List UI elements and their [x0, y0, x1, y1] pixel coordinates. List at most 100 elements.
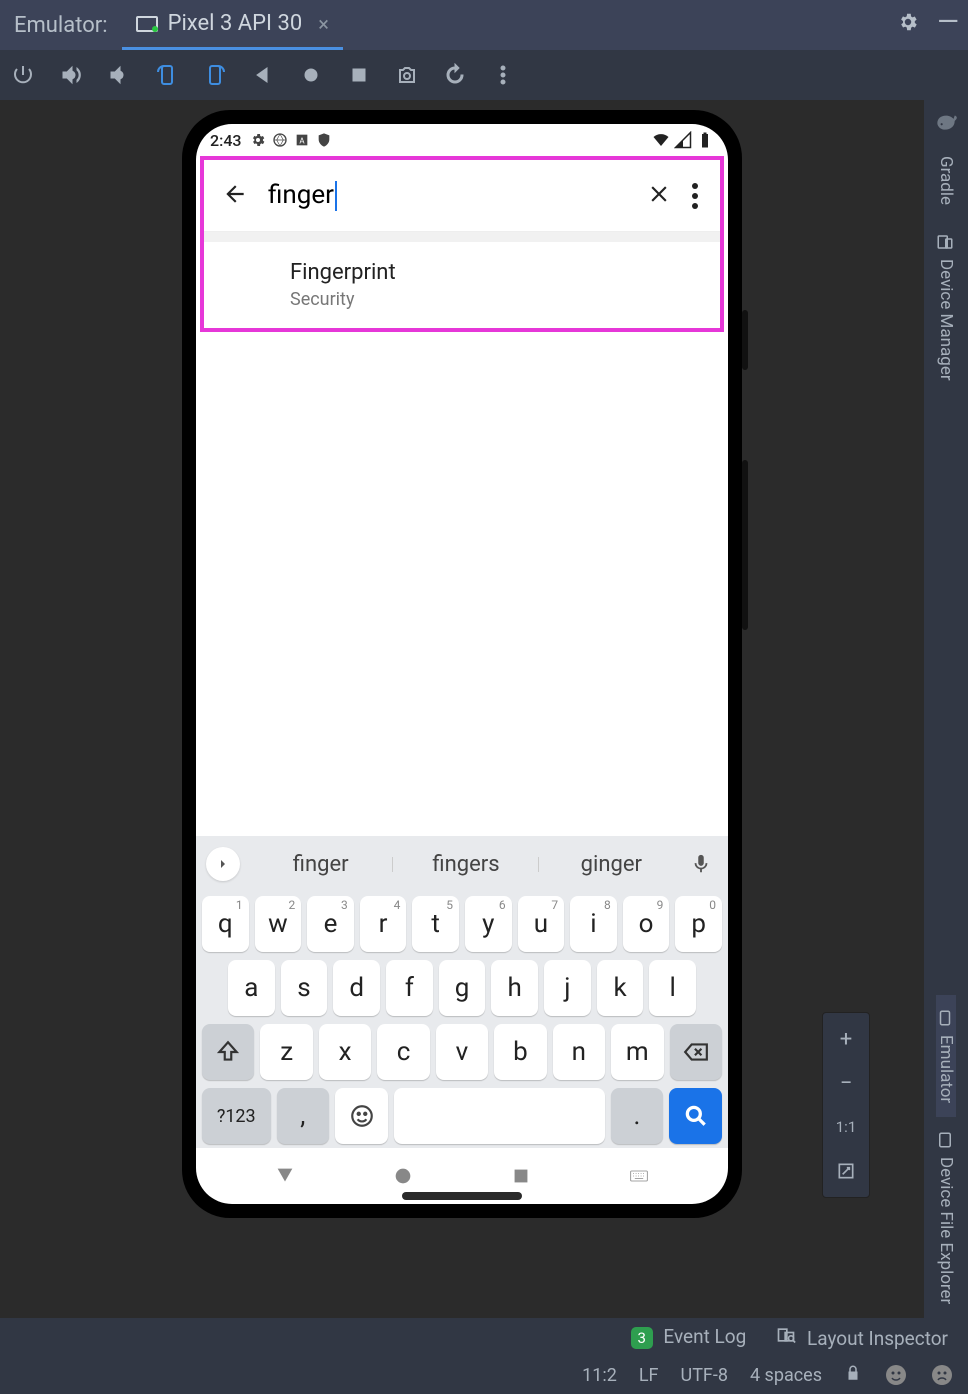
ide-status-happy-face-icon[interactable] — [884, 1363, 908, 1387]
ide-status-bar-upper: 3 Event Log Layout Inspector — [0, 1318, 968, 1356]
nav-home-circle-icon[interactable] — [298, 62, 324, 88]
gradle-rail-elephant-icon[interactable] — [933, 100, 959, 142]
key-h[interactable]: h — [491, 960, 538, 1016]
close-tab-icon[interactable]: × — [318, 12, 329, 36]
device-tab[interactable]: Pixel 3 API 30 × — [122, 0, 343, 50]
key-k[interactable]: k — [597, 960, 644, 1016]
rotate-left-icon[interactable] — [154, 62, 180, 88]
volume-down-icon[interactable] — [106, 62, 132, 88]
right-tool-rail: Gradle Device Manager Emulator Device Fi… — [924, 100, 968, 1318]
space-key[interactable] — [394, 1088, 605, 1144]
line-ending[interactable]: LF — [639, 1365, 659, 1386]
key-r[interactable]: r4 — [360, 896, 407, 952]
key-v[interactable]: v — [436, 1024, 488, 1080]
readonly-lock-icon[interactable] — [844, 1364, 862, 1387]
volume-up-icon[interactable] — [58, 62, 84, 88]
key-z[interactable]: z — [260, 1024, 312, 1080]
key-o[interactable]: o9 — [623, 896, 670, 952]
key-y[interactable]: y6 — [465, 896, 512, 952]
back-arrow-icon[interactable] — [222, 181, 248, 211]
shift-key[interactable] — [202, 1024, 254, 1080]
screenshot-camera-icon[interactable] — [394, 62, 420, 88]
key-e[interactable]: e3 — [307, 896, 354, 952]
layout-inspector-icon — [776, 1325, 796, 1345]
key-a[interactable]: a — [228, 960, 275, 1016]
event-log-button[interactable]: 3 Event Log — [631, 1325, 747, 1349]
aperture-status-icon — [272, 132, 288, 148]
rotate-right-icon[interactable] — [202, 62, 228, 88]
battery-icon — [696, 131, 714, 149]
key-b[interactable]: b — [494, 1024, 546, 1080]
key-n[interactable]: n — [553, 1024, 605, 1080]
expand-suggestions-icon[interactable] — [206, 847, 240, 881]
settings-search-bar: finger — [204, 160, 720, 232]
key-d[interactable]: d — [333, 960, 380, 1016]
key-c[interactable]: c — [377, 1024, 429, 1080]
key-i[interactable]: i8 — [570, 896, 617, 952]
ide-status-sad-face-icon[interactable] — [930, 1363, 954, 1387]
emoji-key[interactable] — [335, 1088, 388, 1144]
suggestion-3[interactable]: ginger — [539, 852, 684, 877]
more-vertical-icon[interactable] — [490, 62, 516, 88]
snapshot-history-icon[interactable] — [442, 62, 468, 88]
period-key[interactable]: . — [611, 1088, 664, 1144]
svg-text:A: A — [299, 136, 305, 145]
search-result-item[interactable]: Fingerprint Security — [204, 242, 720, 328]
device-icon — [136, 16, 158, 32]
indent-setting[interactable]: 4 spaces — [750, 1365, 822, 1386]
power-icon[interactable] — [10, 62, 36, 88]
key-u[interactable]: u7 — [518, 896, 565, 952]
status-left-icons: A — [250, 132, 332, 148]
suggestion-1[interactable]: finger — [248, 852, 393, 877]
status-time: 2:43 — [210, 131, 242, 150]
key-q[interactable]: q1 — [202, 896, 249, 952]
clear-search-icon[interactable] — [646, 181, 672, 211]
device-manager-rail-item[interactable]: Device Manager — [936, 219, 956, 395]
search-input[interactable]: finger — [268, 180, 626, 211]
device-file-explorer-rail-item[interactable]: Device File Explorer — [936, 1117, 956, 1318]
nav-recents-icon[interactable] — [509, 1164, 533, 1188]
search-enter-key[interactable] — [669, 1088, 722, 1144]
nav-back-triangle-icon[interactable] — [250, 62, 276, 88]
key-m[interactable]: m — [611, 1024, 663, 1080]
key-s[interactable]: s — [281, 960, 328, 1016]
zoom-out-button[interactable]: − — [823, 1061, 869, 1105]
gradle-rail-item[interactable]: Gradle — [936, 142, 956, 219]
key-p[interactable]: p0 — [675, 896, 722, 952]
key-t[interactable]: t5 — [412, 896, 459, 952]
zoom-in-button[interactable]: + — [823, 1017, 869, 1061]
key-x[interactable]: x — [319, 1024, 371, 1080]
emulator-rail-item[interactable]: Emulator — [936, 995, 956, 1117]
search-divider — [204, 232, 720, 242]
key-j[interactable]: j — [544, 960, 591, 1016]
nav-back-icon[interactable] — [273, 1164, 297, 1188]
key-l[interactable]: l — [649, 960, 696, 1016]
key-g[interactable]: g — [439, 960, 486, 1016]
search-more-icon[interactable] — [692, 183, 702, 209]
key-f[interactable]: f — [386, 960, 433, 1016]
zoom-fit-button[interactable] — [823, 1149, 869, 1193]
result-title: Fingerprint — [290, 260, 700, 285]
voice-input-icon[interactable] — [684, 853, 718, 875]
nav-overview-square-icon[interactable] — [346, 62, 372, 88]
cell-signal-icon — [674, 131, 692, 149]
shield-status-icon — [316, 132, 332, 148]
keyboard-row-1: q1w2e3r4t5y6u7i8o9p0 — [196, 892, 728, 956]
nav-home-icon[interactable] — [391, 1164, 415, 1188]
comma-key[interactable]: , — [277, 1088, 330, 1144]
caret-position[interactable]: 11:2 — [582, 1365, 617, 1386]
key-w[interactable]: w2 — [255, 896, 302, 952]
android-status-bar: 2:43 A — [196, 124, 728, 156]
phone-screen[interactable]: 2:43 A fing — [196, 124, 728, 1204]
symbols-key[interactable]: ?123 — [202, 1088, 271, 1144]
minimize-icon[interactable]: — — [928, 22, 968, 28]
zoom-1to1-button[interactable]: 1:1 — [823, 1105, 869, 1149]
nav-keyboard-icon[interactable] — [627, 1164, 651, 1188]
layout-inspector-button[interactable]: Layout Inspector — [776, 1325, 948, 1350]
backspace-key[interactable] — [670, 1024, 722, 1080]
settings-gear-icon[interactable] — [888, 11, 928, 39]
file-encoding[interactable]: UTF-8 — [681, 1365, 728, 1386]
gear-status-icon — [250, 132, 266, 148]
emulator-viewport: 2:43 A fing — [0, 100, 924, 1318]
suggestion-2[interactable]: fingers — [393, 852, 538, 877]
